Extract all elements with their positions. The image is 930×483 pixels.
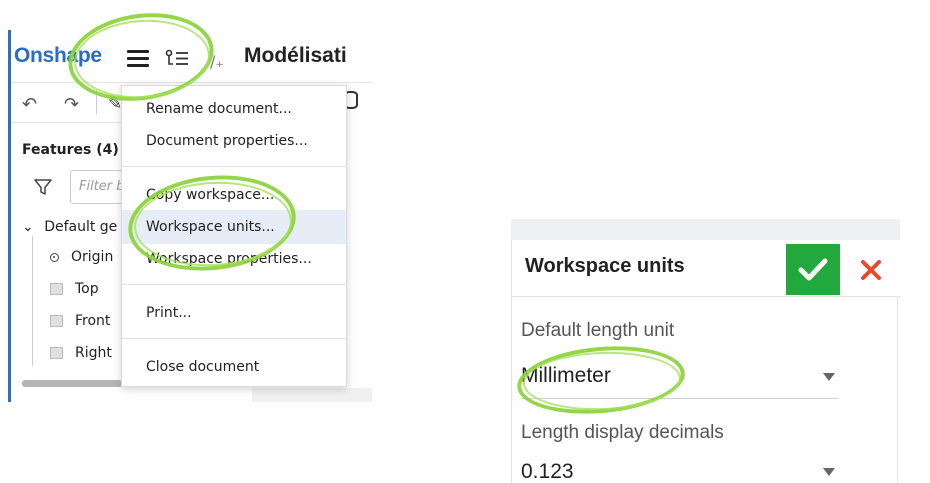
- menu-item-copy-workspace[interactable]: Copy workspace...: [122, 178, 346, 212]
- plane-icon: [50, 315, 63, 327]
- features-title: Features (4): [22, 142, 119, 158]
- feature-panel-scrollbar[interactable]: [22, 380, 122, 387]
- chevron-down-icon: [823, 468, 835, 476]
- default-length-unit-select[interactable]: Millimeter: [521, 354, 839, 399]
- length-display-decimals-label: Length display decimals: [521, 422, 724, 443]
- graphics-area-edge: [252, 388, 372, 402]
- dialog-top-shade: [511, 219, 900, 240]
- cancel-button[interactable]: [847, 244, 895, 295]
- menu-item-close-document[interactable]: Close document: [122, 350, 346, 384]
- default-geometry-group[interactable]: ⌄ Default ge: [22, 219, 117, 235]
- default-length-unit-value: Millimeter: [521, 364, 611, 387]
- menu-item-workspace-properties[interactable]: Workspace properties...: [122, 242, 346, 276]
- document-title[interactable]: Modélisati: [244, 44, 347, 68]
- menu-item-document-properties[interactable]: Document properties...: [122, 124, 346, 158]
- filter-funnel-icon[interactable]: [34, 178, 52, 196]
- menu-item-workspace-units[interactable]: Workspace units...: [122, 210, 346, 244]
- onshape-logo[interactable]: Onshape: [14, 44, 102, 68]
- tree-item-front[interactable]: Front: [50, 313, 110, 329]
- undo-icon[interactable]: ↶: [22, 94, 37, 115]
- chevron-down-icon: [823, 373, 835, 381]
- confirm-button[interactable]: [786, 244, 840, 295]
- tree-item-top[interactable]: Top: [50, 281, 99, 297]
- group-label: Default ge: [44, 219, 118, 235]
- checkmark-icon: [798, 258, 828, 280]
- tree-item-origin[interactable]: Origin: [50, 249, 113, 265]
- dialog-border: [511, 240, 512, 483]
- toolbar-separator: [96, 90, 97, 114]
- tree-item-label: Right: [75, 345, 112, 361]
- tree-item-label: Origin: [71, 249, 114, 265]
- tree-item-label: Top: [75, 281, 99, 297]
- document-menu: Rename document... Document properties..…: [121, 85, 347, 387]
- menu-divider: [122, 166, 346, 167]
- menu-divider: [122, 284, 346, 285]
- feature-list-icon[interactable]: [164, 47, 190, 71]
- chevron-down-icon[interactable]: ⌄: [22, 219, 34, 235]
- window-left-edge: [8, 30, 11, 402]
- plane-icon: [50, 347, 63, 359]
- length-display-decimals-value: 0.123: [521, 460, 574, 483]
- menu-item-rename-document[interactable]: Rename document...: [122, 92, 346, 126]
- tree-guide-line: [32, 236, 33, 366]
- dialog-title: Workspace units: [525, 255, 685, 277]
- insert-tab-icon[interactable]: /₊: [210, 52, 224, 71]
- tree-item-label: Front: [75, 313, 111, 329]
- menu-item-print[interactable]: Print...: [122, 296, 346, 330]
- workspace-units-dialog: Workspace units Default length unit Mill…: [511, 219, 900, 483]
- origin-icon: [50, 252, 59, 262]
- length-display-decimals-select[interactable]: 0.123: [521, 455, 839, 483]
- close-icon: [861, 259, 881, 280]
- dialog-right-border: [897, 296, 898, 483]
- tree-item-right[interactable]: Right: [50, 345, 112, 361]
- document-menu-icon[interactable]: [127, 50, 149, 68]
- menu-divider: [122, 338, 346, 339]
- panel-divider: [11, 122, 121, 123]
- plane-icon: [50, 283, 63, 295]
- redo-icon[interactable]: ↷: [64, 94, 79, 115]
- default-length-unit-label: Default length unit: [521, 320, 675, 341]
- toolbar-divider: [11, 82, 372, 83]
- onshape-window: Onshape /₊ Modélisati ↶ ↷ ✎ Features (4)…: [0, 0, 372, 402]
